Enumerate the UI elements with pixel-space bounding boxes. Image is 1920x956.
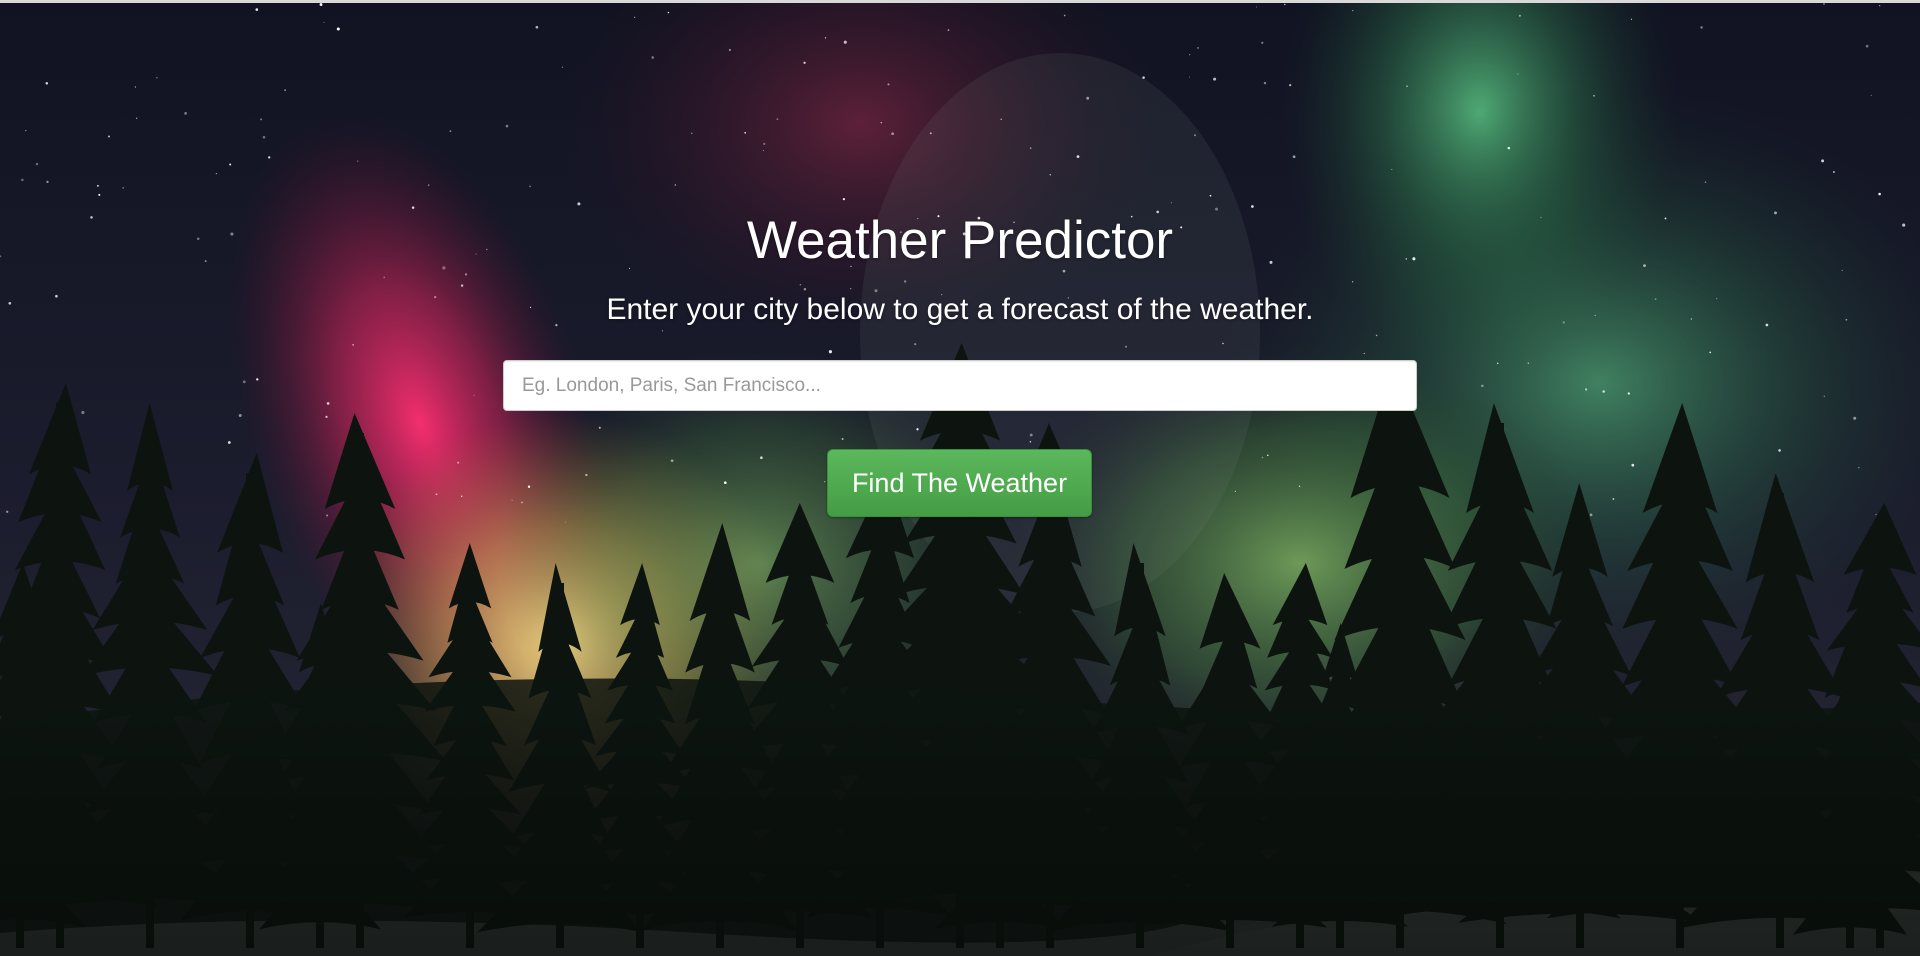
- hero-section: Weather Predictor Enter your city below …: [0, 3, 1920, 956]
- page-subtitle: Enter your city below to get a forecast …: [606, 293, 1314, 326]
- find-weather-button[interactable]: Find The Weather: [827, 449, 1092, 517]
- page-title: Weather Predictor: [746, 211, 1174, 270]
- city-search-input[interactable]: [503, 360, 1417, 411]
